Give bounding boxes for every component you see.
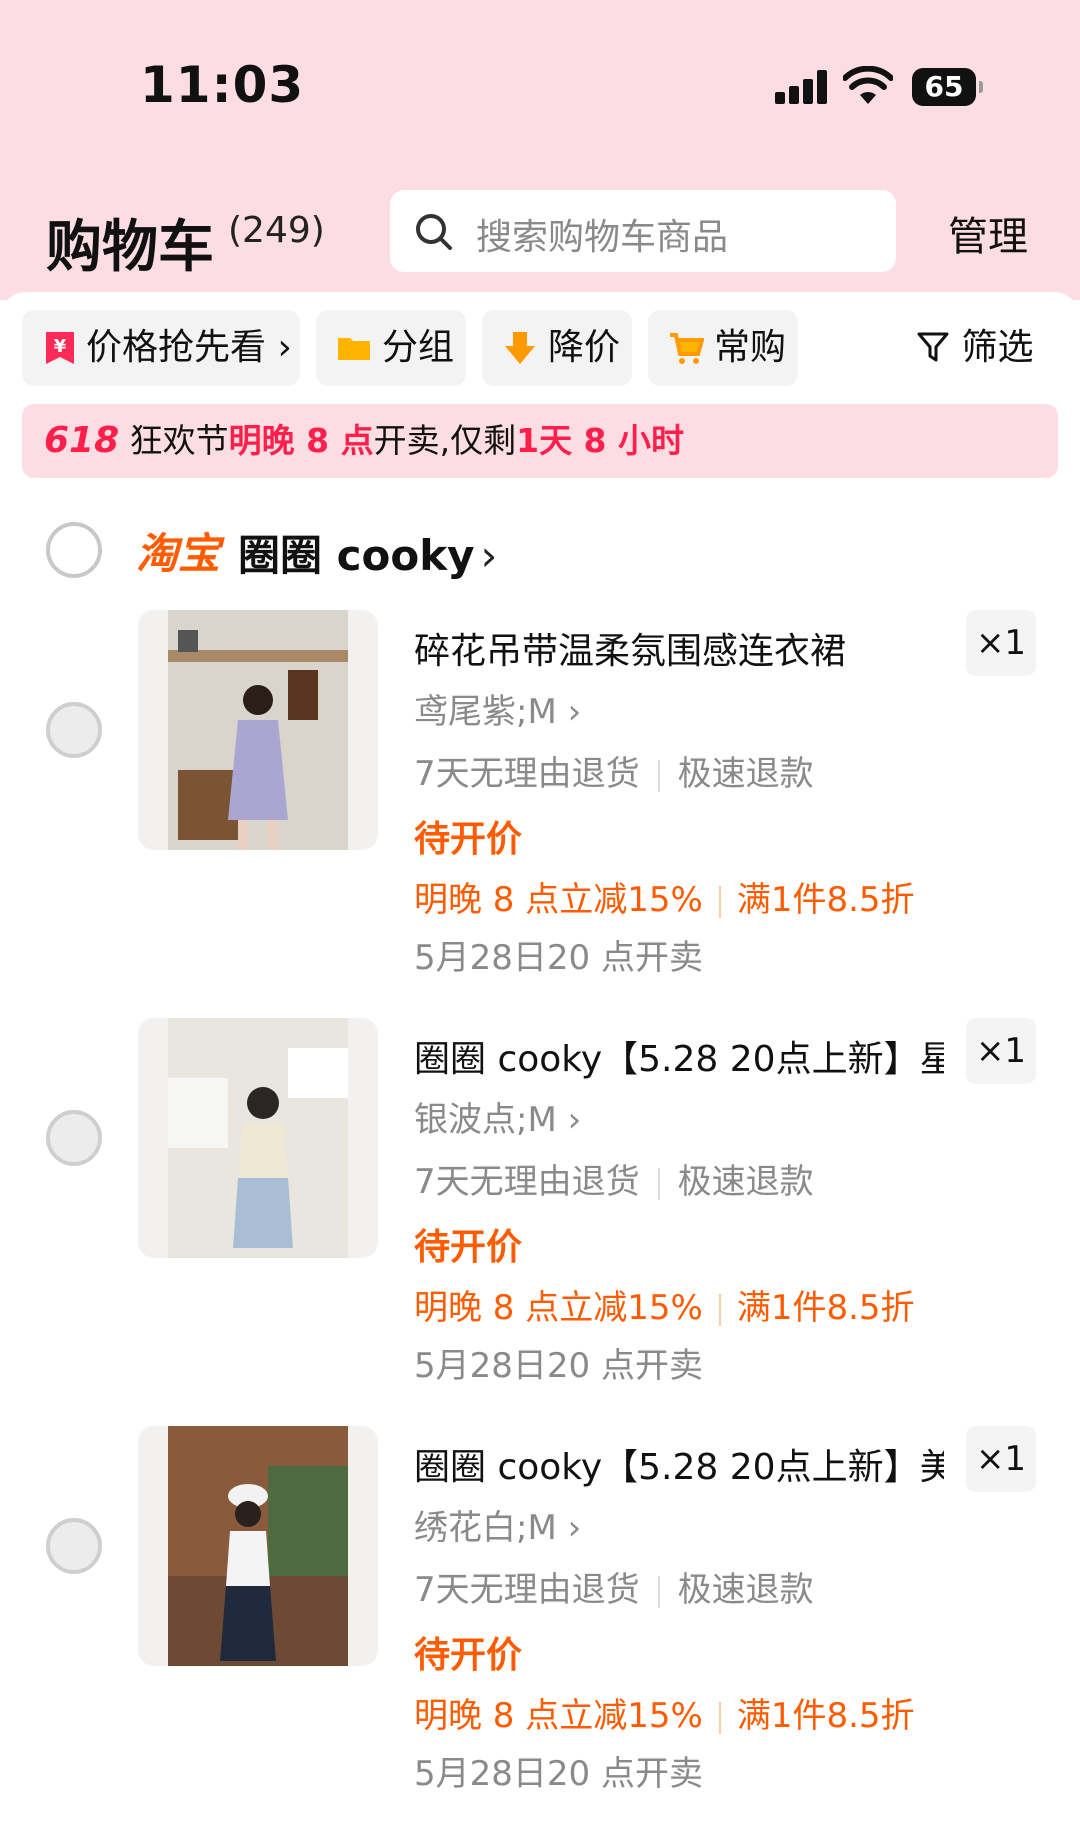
chevron-right-icon: › xyxy=(556,692,582,732)
pending-price: 待开价 xyxy=(414,1635,523,1676)
filter-button[interactable]: 筛选 xyxy=(910,310,1034,386)
chevron-right-icon: › xyxy=(556,1508,582,1548)
divider xyxy=(718,885,721,918)
sku-selector[interactable]: 绣花白;M › xyxy=(414,1500,581,1549)
product-title[interactable]: 圈圈 cooky【5.28 20点上新】美 xyxy=(414,1438,944,1490)
promo-info: 明晚 8 点立减15% 满1件8.5折 xyxy=(414,880,915,920)
store-name-link[interactable]: 圈圈 cooky › xyxy=(238,522,497,583)
wifi-icon xyxy=(843,66,893,104)
filter-icon xyxy=(917,332,949,362)
chip-group[interactable]: 分组 xyxy=(316,310,466,386)
store-select-checkbox[interactable] xyxy=(46,522,102,578)
chevron-right-icon: › xyxy=(266,327,292,368)
sale-time: 5月28日20 点开卖 xyxy=(414,1754,703,1794)
shopping-cart-icon xyxy=(670,333,704,364)
product-title[interactable]: 碎花吊带温柔氛围感连衣裙 xyxy=(414,622,944,674)
product-image[interactable] xyxy=(138,610,378,850)
item-select-checkbox[interactable] xyxy=(46,702,102,758)
pending-price: 待开价 xyxy=(414,1227,523,1268)
product-title[interactable]: 圈圈 cooky【5.28 20点上新】星 xyxy=(414,1030,944,1082)
quantity-badge[interactable]: ×1 xyxy=(966,1018,1036,1084)
divider xyxy=(657,759,660,792)
item-select-checkbox[interactable] xyxy=(46,1518,102,1574)
status-bar: 11:03 65 xyxy=(0,0,1080,170)
quantity-badge[interactable]: ×1 xyxy=(966,610,1036,676)
cart-item: 圈圈 cooky【5.28 20点上新】美 ×1 绣花白;M › 7天无理由退货… xyxy=(0,1426,1080,1826)
chevron-right-icon: › xyxy=(556,1100,582,1140)
svg-text:¥: ¥ xyxy=(54,336,67,357)
battery-indicator: 65 xyxy=(912,68,983,106)
service-tags: 7天无理由退货 极速退款 xyxy=(414,1570,814,1610)
service-tags: 7天无理由退货 极速退款 xyxy=(414,754,814,794)
cart-panel: ¥ 价格抢先看 › 分组 降价 常购 筛选 618 狂欢节明晚 8 点开卖,仅剩… xyxy=(0,292,1080,1801)
sku-selector[interactable]: 银波点;M › xyxy=(414,1092,581,1141)
cart-header: 购物车 (249) 搜索购物车商品 管理 xyxy=(0,180,1080,290)
cart-item: 圈圈 cooky【5.28 20点上新】星 ×1 银波点;M › 7天无理由退货… xyxy=(0,1018,1080,1418)
status-time: 11:03 xyxy=(140,56,305,114)
promo-info: 明晚 8 点立减15% 满1件8.5折 xyxy=(414,1288,915,1328)
taobao-logo: 淘宝 xyxy=(136,529,221,578)
price-drop-icon xyxy=(505,332,535,364)
promo-banner[interactable]: 618 狂欢节明晚 8 点开卖,仅剩1天 8 小时 xyxy=(22,404,1058,478)
sale-time: 5月28日20 点开卖 xyxy=(414,938,703,978)
price-tag-icon: ¥ xyxy=(46,332,74,364)
folder-icon xyxy=(338,338,370,360)
search-icon xyxy=(416,214,452,250)
sku-selector[interactable]: 鸢尾紫;M › xyxy=(414,684,581,733)
divider xyxy=(718,1293,721,1326)
product-photo-top xyxy=(168,1018,348,1258)
item-select-checkbox[interactable] xyxy=(46,1110,102,1166)
chip-price-drop[interactable]: 降价 xyxy=(482,310,632,386)
sale-time: 5月28日20 点开卖 xyxy=(414,1346,703,1386)
banner-618: 618 xyxy=(44,420,120,461)
filter-chips: ¥ 价格抢先看 › 分组 降价 常购 xyxy=(22,310,1062,386)
divider xyxy=(657,1167,660,1200)
product-image[interactable] xyxy=(138,1426,378,1666)
manage-button[interactable]: 管理 xyxy=(948,204,1028,262)
search-placeholder: 搜索购物车商品 xyxy=(476,217,729,258)
cart-count: (249) xyxy=(228,210,325,251)
promo-info: 明晚 8 点立减15% 满1件8.5折 xyxy=(414,1696,915,1736)
product-photo-camisole xyxy=(168,1426,348,1666)
chip-frequent[interactable]: 常购 xyxy=(648,310,798,386)
store-row: 淘宝 圈圈 cooky › xyxy=(0,506,1080,596)
chevron-right-icon: › xyxy=(480,531,498,580)
page-title: 购物车 xyxy=(46,215,214,280)
search-input[interactable]: 搜索购物车商品 xyxy=(390,190,896,272)
service-tags: 7天无理由退货 极速退款 xyxy=(414,1162,814,1202)
product-photo-dress xyxy=(168,610,348,850)
pending-price: 待开价 xyxy=(414,819,523,860)
divider xyxy=(657,1575,660,1608)
cart-item: 碎花吊带温柔氛围感连衣裙 ×1 鸢尾紫;M › 7天无理由退货 极速退款 待开价 … xyxy=(0,610,1080,1010)
divider xyxy=(718,1701,721,1734)
signal-icon xyxy=(775,70,827,104)
chip-price-preview[interactable]: ¥ 价格抢先看 › xyxy=(22,310,300,386)
quantity-badge[interactable]: ×1 xyxy=(966,1426,1036,1492)
product-image[interactable] xyxy=(138,1018,378,1258)
